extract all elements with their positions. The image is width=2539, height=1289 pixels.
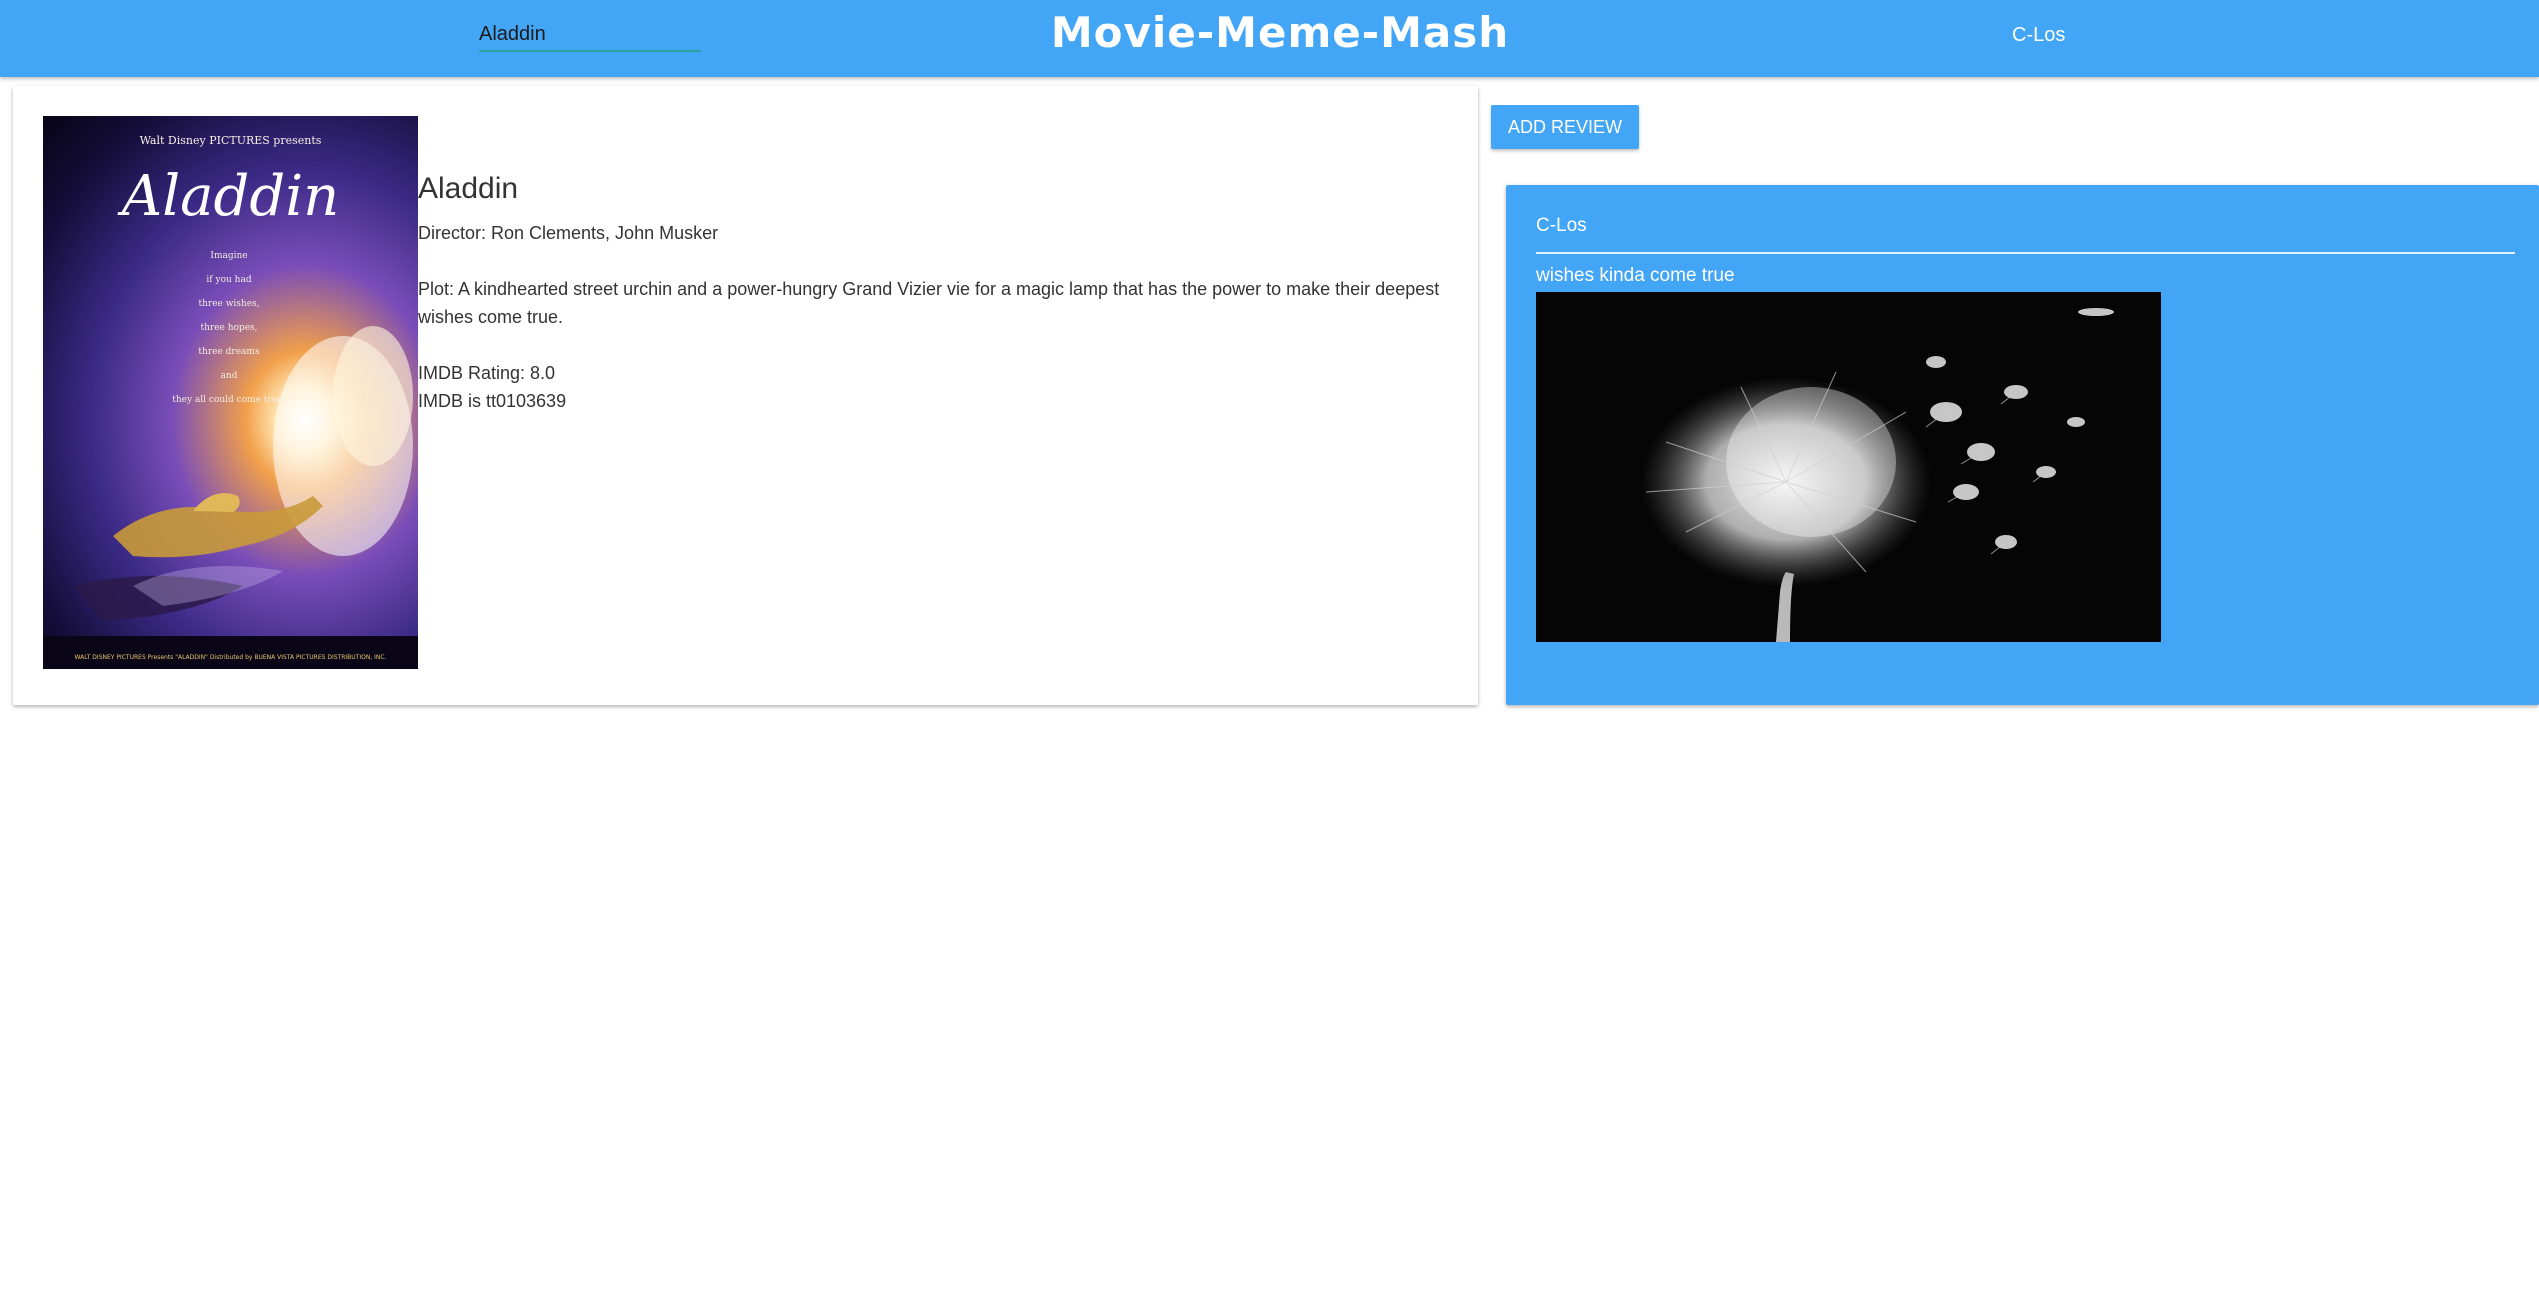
movie-plot: Plot: A kindhearted street urchin and a … <box>418 279 1440 327</box>
review-author: C-Los <box>1536 215 1587 236</box>
dandelion-image <box>1536 292 2161 642</box>
poster-tagline-text: Imagine if you had three wishes, three h… <box>172 251 286 405</box>
movie-rating: IMDB Rating: 8.0 <box>418 363 556 383</box>
movie-director: Director: Ron Clements, John Musker <box>418 223 719 243</box>
review-divider <box>1536 252 2515 254</box>
poster-title-text: Aladdin <box>121 164 340 229</box>
movie-poster: Walt Disney PICTURES presents Aladdin Im… <box>43 116 418 669</box>
movie-search <box>479 18 701 66</box>
movie-info: Aladdin Director: Ron Clements, John Mus… <box>418 169 1448 415</box>
poster-studio-text: Walt Disney PICTURES presents <box>139 134 322 147</box>
movie-details-card: Walt Disney PICTURES presents Aladdin Im… <box>13 86 1478 705</box>
review-text: wishes kinda come true <box>1536 265 1735 286</box>
review-card: C-Los wishes kinda come true <box>1506 185 2539 705</box>
review-meme-image <box>1536 292 2161 642</box>
movie-search-input[interactable] <box>479 18 701 52</box>
add-review-button[interactable]: ADD REVIEW <box>1491 105 1639 149</box>
poster-credits-text: WALT DISNEY PICTURES Presents "ALADDIN" … <box>74 654 387 661</box>
top-navbar: Movie-Meme-Mash C-Los <box>0 0 2539 77</box>
movie-title: Aladdin <box>418 172 519 205</box>
user-account-link[interactable]: C-Los <box>2012 24 2065 47</box>
app-title[interactable]: Movie-Meme-Mash <box>1000 8 1560 57</box>
movie-imdb-id: IMDB is tt0103639 <box>418 391 567 411</box>
